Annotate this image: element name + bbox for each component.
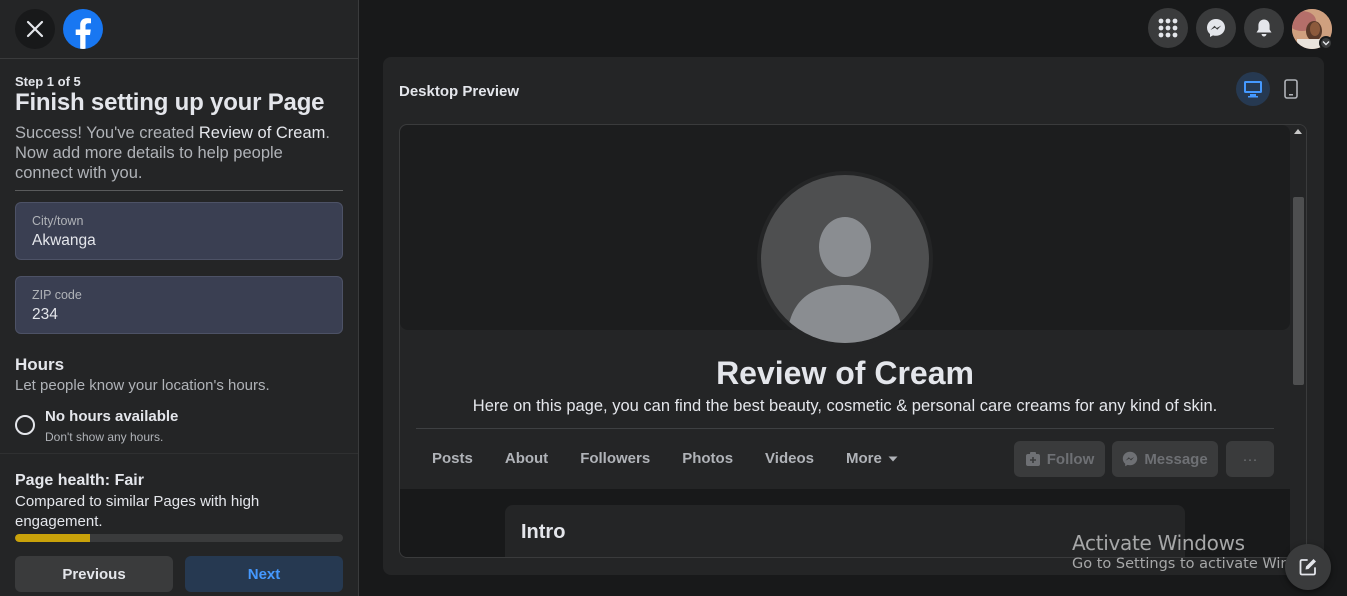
profile-picture (757, 171, 933, 347)
follow-button[interactable]: Follow (1014, 441, 1105, 477)
messenger-icon (1207, 19, 1225, 37)
menu-button[interactable] (1148, 8, 1188, 48)
page-health-progress (15, 534, 343, 542)
facebook-logo[interactable] (63, 9, 103, 49)
close-button[interactable] (15, 9, 55, 49)
preview-scrollbar[interactable] (1290, 125, 1306, 557)
tab-posts[interactable]: Posts (416, 441, 489, 477)
progress-fill (15, 534, 91, 542)
person-silhouette-icon (787, 217, 903, 343)
previous-button[interactable]: Previous (15, 556, 173, 592)
tab-followers[interactable]: Followers (564, 441, 666, 477)
tab-more-label: More (845, 450, 882, 467)
nav-divider (416, 428, 1274, 429)
desktop-view-toggle[interactable] (1236, 72, 1270, 106)
scroll-up-arrow-icon[interactable] (1294, 129, 1302, 134)
desc-prefix: Success! You've created (15, 124, 199, 142)
messenger-icon (1123, 451, 1138, 467)
menu-grid-icon (1158, 18, 1178, 38)
preview-panel: Desktop Preview Review of Cream Here on … (383, 57, 1324, 575)
more-options-button[interactable]: ··· (1226, 441, 1274, 477)
header-divider (0, 58, 358, 59)
mobile-phone-icon (1284, 79, 1298, 99)
city-field[interactable]: City/town Akwanga (15, 202, 343, 260)
follow-icon (1025, 452, 1040, 466)
no-hours-subtitle: Don't show any hours. (45, 430, 164, 444)
no-hours-label[interactable]: No hours available (45, 408, 178, 425)
zip-input[interactable]: 234 (32, 306, 58, 324)
tab-photos[interactable]: Photos (666, 441, 749, 477)
step-indicator: Step 1 of 5 (15, 74, 81, 89)
caret-down-icon (888, 456, 898, 462)
zip-label: ZIP code (32, 288, 82, 302)
setup-sidebar: Step 1 of 5 Finish setting up your Page … (0, 0, 359, 596)
desktop-icon (1244, 81, 1262, 98)
page-health-title: Page health: Fair (15, 472, 144, 489)
mobile-view-toggle[interactable] (1274, 72, 1308, 106)
close-icon (26, 20, 44, 38)
city-input[interactable]: Akwanga (32, 232, 96, 250)
zip-field[interactable]: ZIP code 234 (15, 276, 343, 334)
page-health-subtitle: Compared to similar Pages with high enga… (15, 493, 260, 530)
page-bio: Here on this page, you can find the best… (472, 397, 1218, 415)
facebook-icon (75, 18, 91, 49)
new-message-button[interactable] (1285, 544, 1331, 590)
tab-more[interactable]: More (830, 441, 914, 477)
default-profile-avatar (761, 175, 929, 343)
no-hours-radio[interactable] (15, 415, 35, 435)
desc-page-name: Review of Cream (198, 124, 326, 142)
city-label: City/town (32, 214, 84, 228)
message-label: Message (1144, 450, 1208, 468)
activate-windows-title: Activate Windows (1072, 531, 1245, 555)
hours-title: Hours (15, 355, 65, 374)
notifications-button[interactable] (1244, 8, 1284, 48)
tab-about[interactable]: About (489, 441, 564, 477)
notifications-bell-icon (1256, 19, 1272, 37)
message-button[interactable]: Message (1112, 441, 1218, 477)
page-preview-frame: Review of Cream Here on this page, you c… (399, 124, 1307, 558)
hours-subtitle: Let people know your location's hours. (15, 377, 270, 394)
tab-videos[interactable]: Videos (749, 441, 830, 477)
page-tabs: Posts About Followers Photos Videos More (416, 441, 914, 477)
chevron-down-icon (1322, 41, 1330, 46)
next-button[interactable]: Next (185, 556, 343, 592)
account-menu-toggle[interactable] (1319, 36, 1333, 50)
section-divider (0, 453, 358, 454)
preview-title: Desktop Preview (399, 83, 520, 100)
messenger-button[interactable] (1196, 8, 1236, 48)
setup-description: Success! You've created Review of Cream.… (15, 123, 345, 183)
page-name: Review of Cream (716, 355, 974, 391)
intro-title: Intro (521, 521, 566, 543)
scroll-thumb[interactable] (1293, 197, 1304, 385)
page-title: Finish setting up your Page (15, 89, 325, 116)
compose-icon (1299, 559, 1316, 576)
follow-label: Follow (1046, 450, 1095, 468)
divider (15, 190, 343, 191)
